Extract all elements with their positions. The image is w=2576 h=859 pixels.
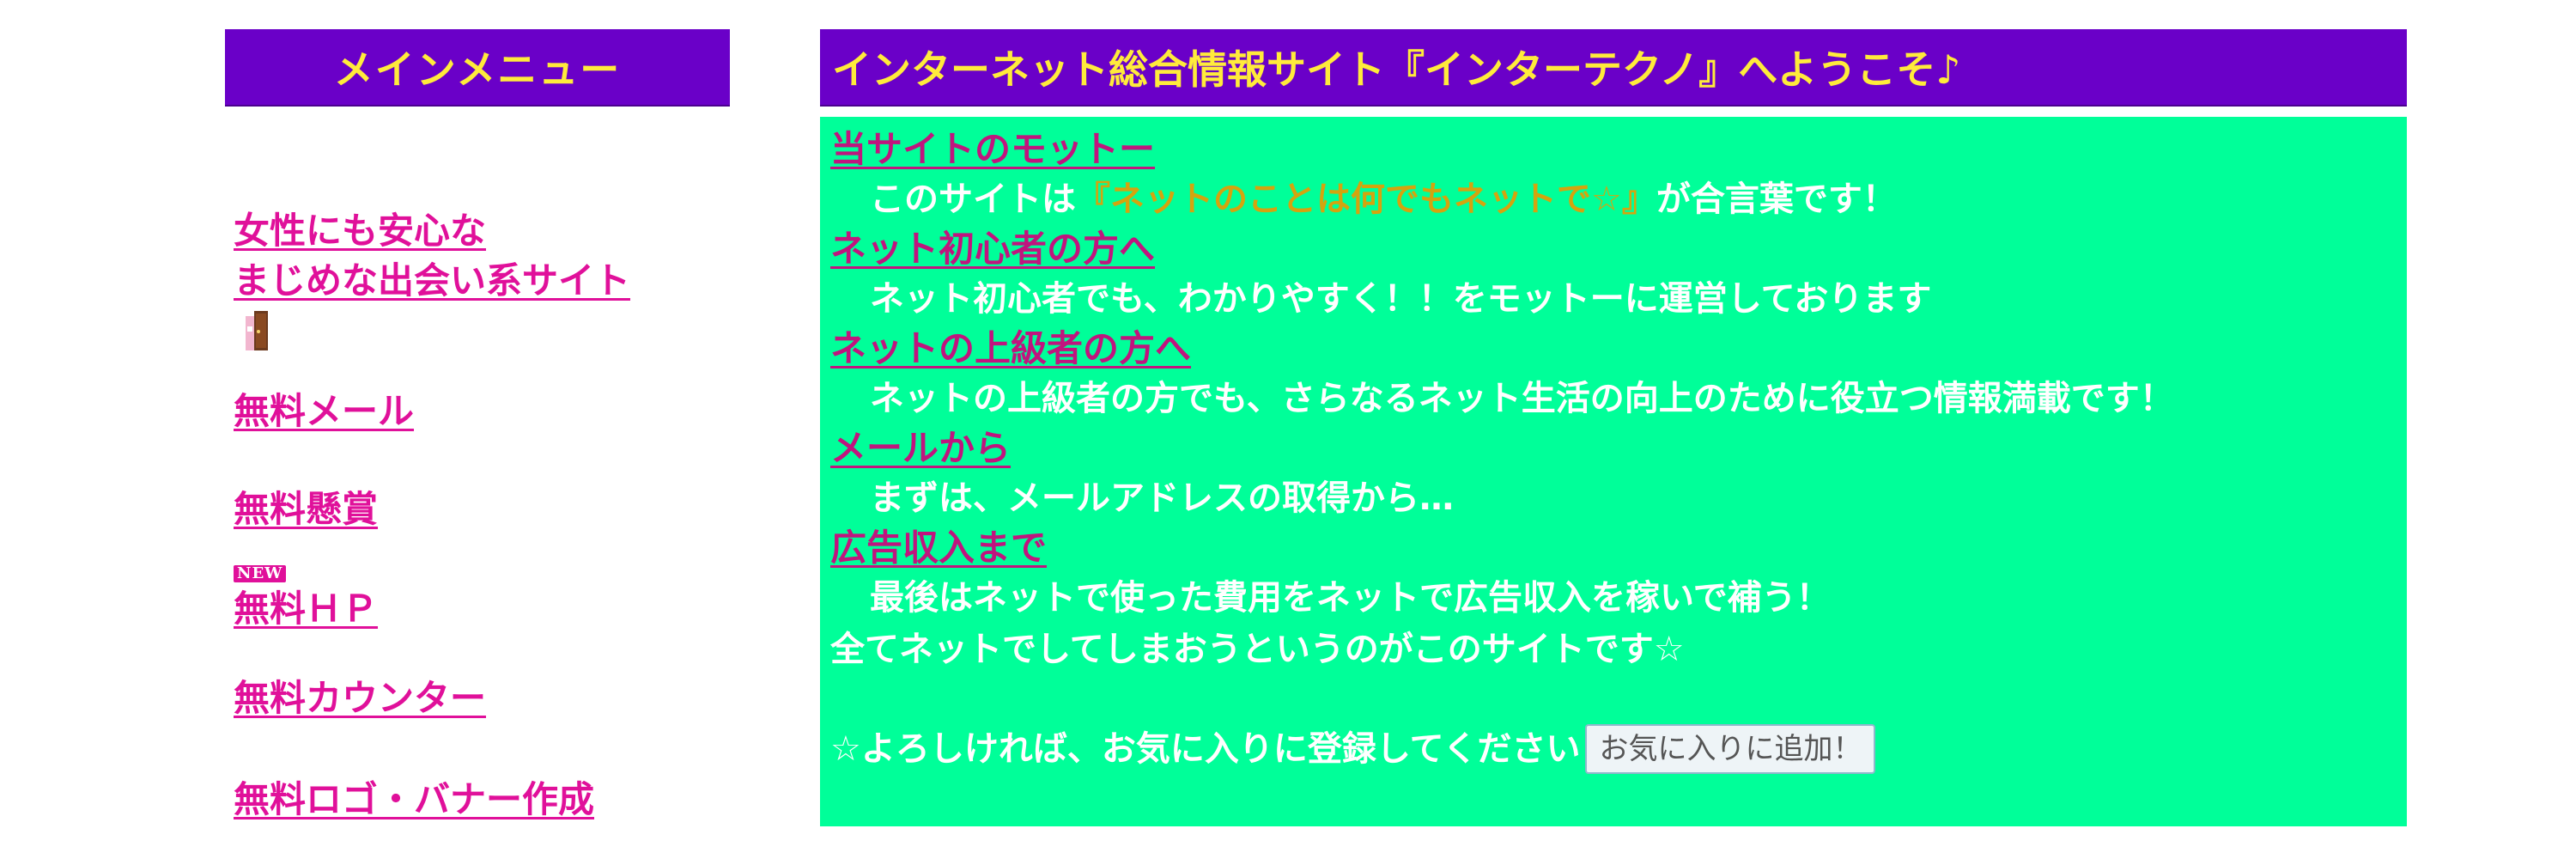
welcome-title: インターネット総合情報サイト『インターテクノ』へようこそ♪ bbox=[820, 29, 2407, 105]
menu-item-free-sweepstakes: 無料懸賞 bbox=[234, 484, 730, 534]
section-text-advanced: ネットの上級者の方でも、さらなるネット生活の向上のために役立つ情報満載です！ bbox=[870, 379, 2174, 418]
main-panel: インターネット総合情報サイト『インターテクノ』へようこそ♪ 当サイトのモットー … bbox=[820, 29, 2407, 826]
content-area: 当サイトのモットー このサイトは『ネットのことは何でもネットで☆』が合言葉です！… bbox=[820, 117, 2407, 826]
closing-text: 全てネットでしてしまおうというのがこのサイトです☆ bbox=[830, 630, 1685, 669]
menu-link-free-logo-banner[interactable]: 無料ロゴ・バナー作成 bbox=[234, 775, 594, 825]
section-text-ad-revenue: 最後はネットで使った費用をネットで広告収入を稼いで補う！ bbox=[870, 578, 1831, 618]
bookmark-prompt: ☆よろしければ、お気に入りに登録してください bbox=[830, 729, 1581, 769]
menu-link-free-hp[interactable]: 無料ＨＰ bbox=[234, 584, 378, 634]
menu-list: 女性にも安心な まじめな出会い系サイト 無料メール 無料懸賞 NEW 無料ＨＰ … bbox=[225, 206, 730, 825]
section-text-mail: まずは、メールアドレスの取得から… bbox=[870, 478, 1454, 518]
section-link-ad-revenue[interactable]: 広告収入まで bbox=[830, 524, 1047, 572]
section-link-beginners[interactable]: ネット初心者の方へ bbox=[830, 225, 1155, 273]
menu-item-free-mail: 無料メール bbox=[234, 387, 730, 436]
motto-text-before: このサイトは bbox=[870, 180, 1076, 219]
menu-item-free-logo-banner: 無料ロゴ・バナー作成 bbox=[234, 775, 730, 825]
motto-text-after: が合言葉です！ bbox=[1656, 180, 1897, 219]
section-link-motto[interactable]: 当サイトのモットー bbox=[830, 125, 1155, 174]
menu-item-free-counter: 無料カウンター bbox=[234, 673, 730, 723]
motto-highlight: 『ネットのことは何でもネットで☆』 bbox=[1076, 180, 1656, 219]
menu-link-free-counter[interactable]: 無料カウンター bbox=[234, 673, 486, 723]
menu-link-dating-line1: 女性にも安心な bbox=[234, 210, 487, 252]
sidebar-title: メインメニュー bbox=[225, 29, 730, 105]
menu-link-dating[interactable]: 女性にも安心な まじめな出会い系サイト bbox=[234, 206, 630, 306]
new-badge: NEW bbox=[234, 565, 287, 582]
menu-link-dating-line2: まじめな出会い系サイト bbox=[234, 259, 631, 302]
section-link-mail[interactable]: メールから bbox=[830, 424, 1011, 472]
menu-link-free-mail[interactable]: 無料メール bbox=[234, 387, 414, 436]
menu-item-free-hp: NEW 無料ＨＰ bbox=[234, 565, 730, 634]
menu-link-free-sweepstakes[interactable]: 無料懸賞 bbox=[234, 484, 378, 534]
section-text-motto: このサイトは『ネットのことは何でもネットで☆』が合言葉です！ bbox=[830, 174, 2395, 225]
door-icon bbox=[246, 311, 268, 350]
bookmark-row: ☆よろしければ、お気に入りに登録してください お気に入りに追加！ bbox=[830, 723, 2395, 775]
section-text-beginners: ネット初心者でも、わかりやすく！！をモットーに運営しております bbox=[870, 279, 1932, 319]
sidebar: メインメニュー 女性にも安心な まじめな出会い系サイト 無料メール 無料懸賞 N… bbox=[225, 29, 730, 825]
section-link-advanced[interactable]: ネットの上級者の方へ bbox=[830, 325, 1191, 373]
add-to-favorites-button[interactable]: お気に入りに追加！ bbox=[1585, 724, 1876, 774]
menu-item-dating: 女性にも安心な まじめな出会い系サイト bbox=[234, 206, 730, 350]
